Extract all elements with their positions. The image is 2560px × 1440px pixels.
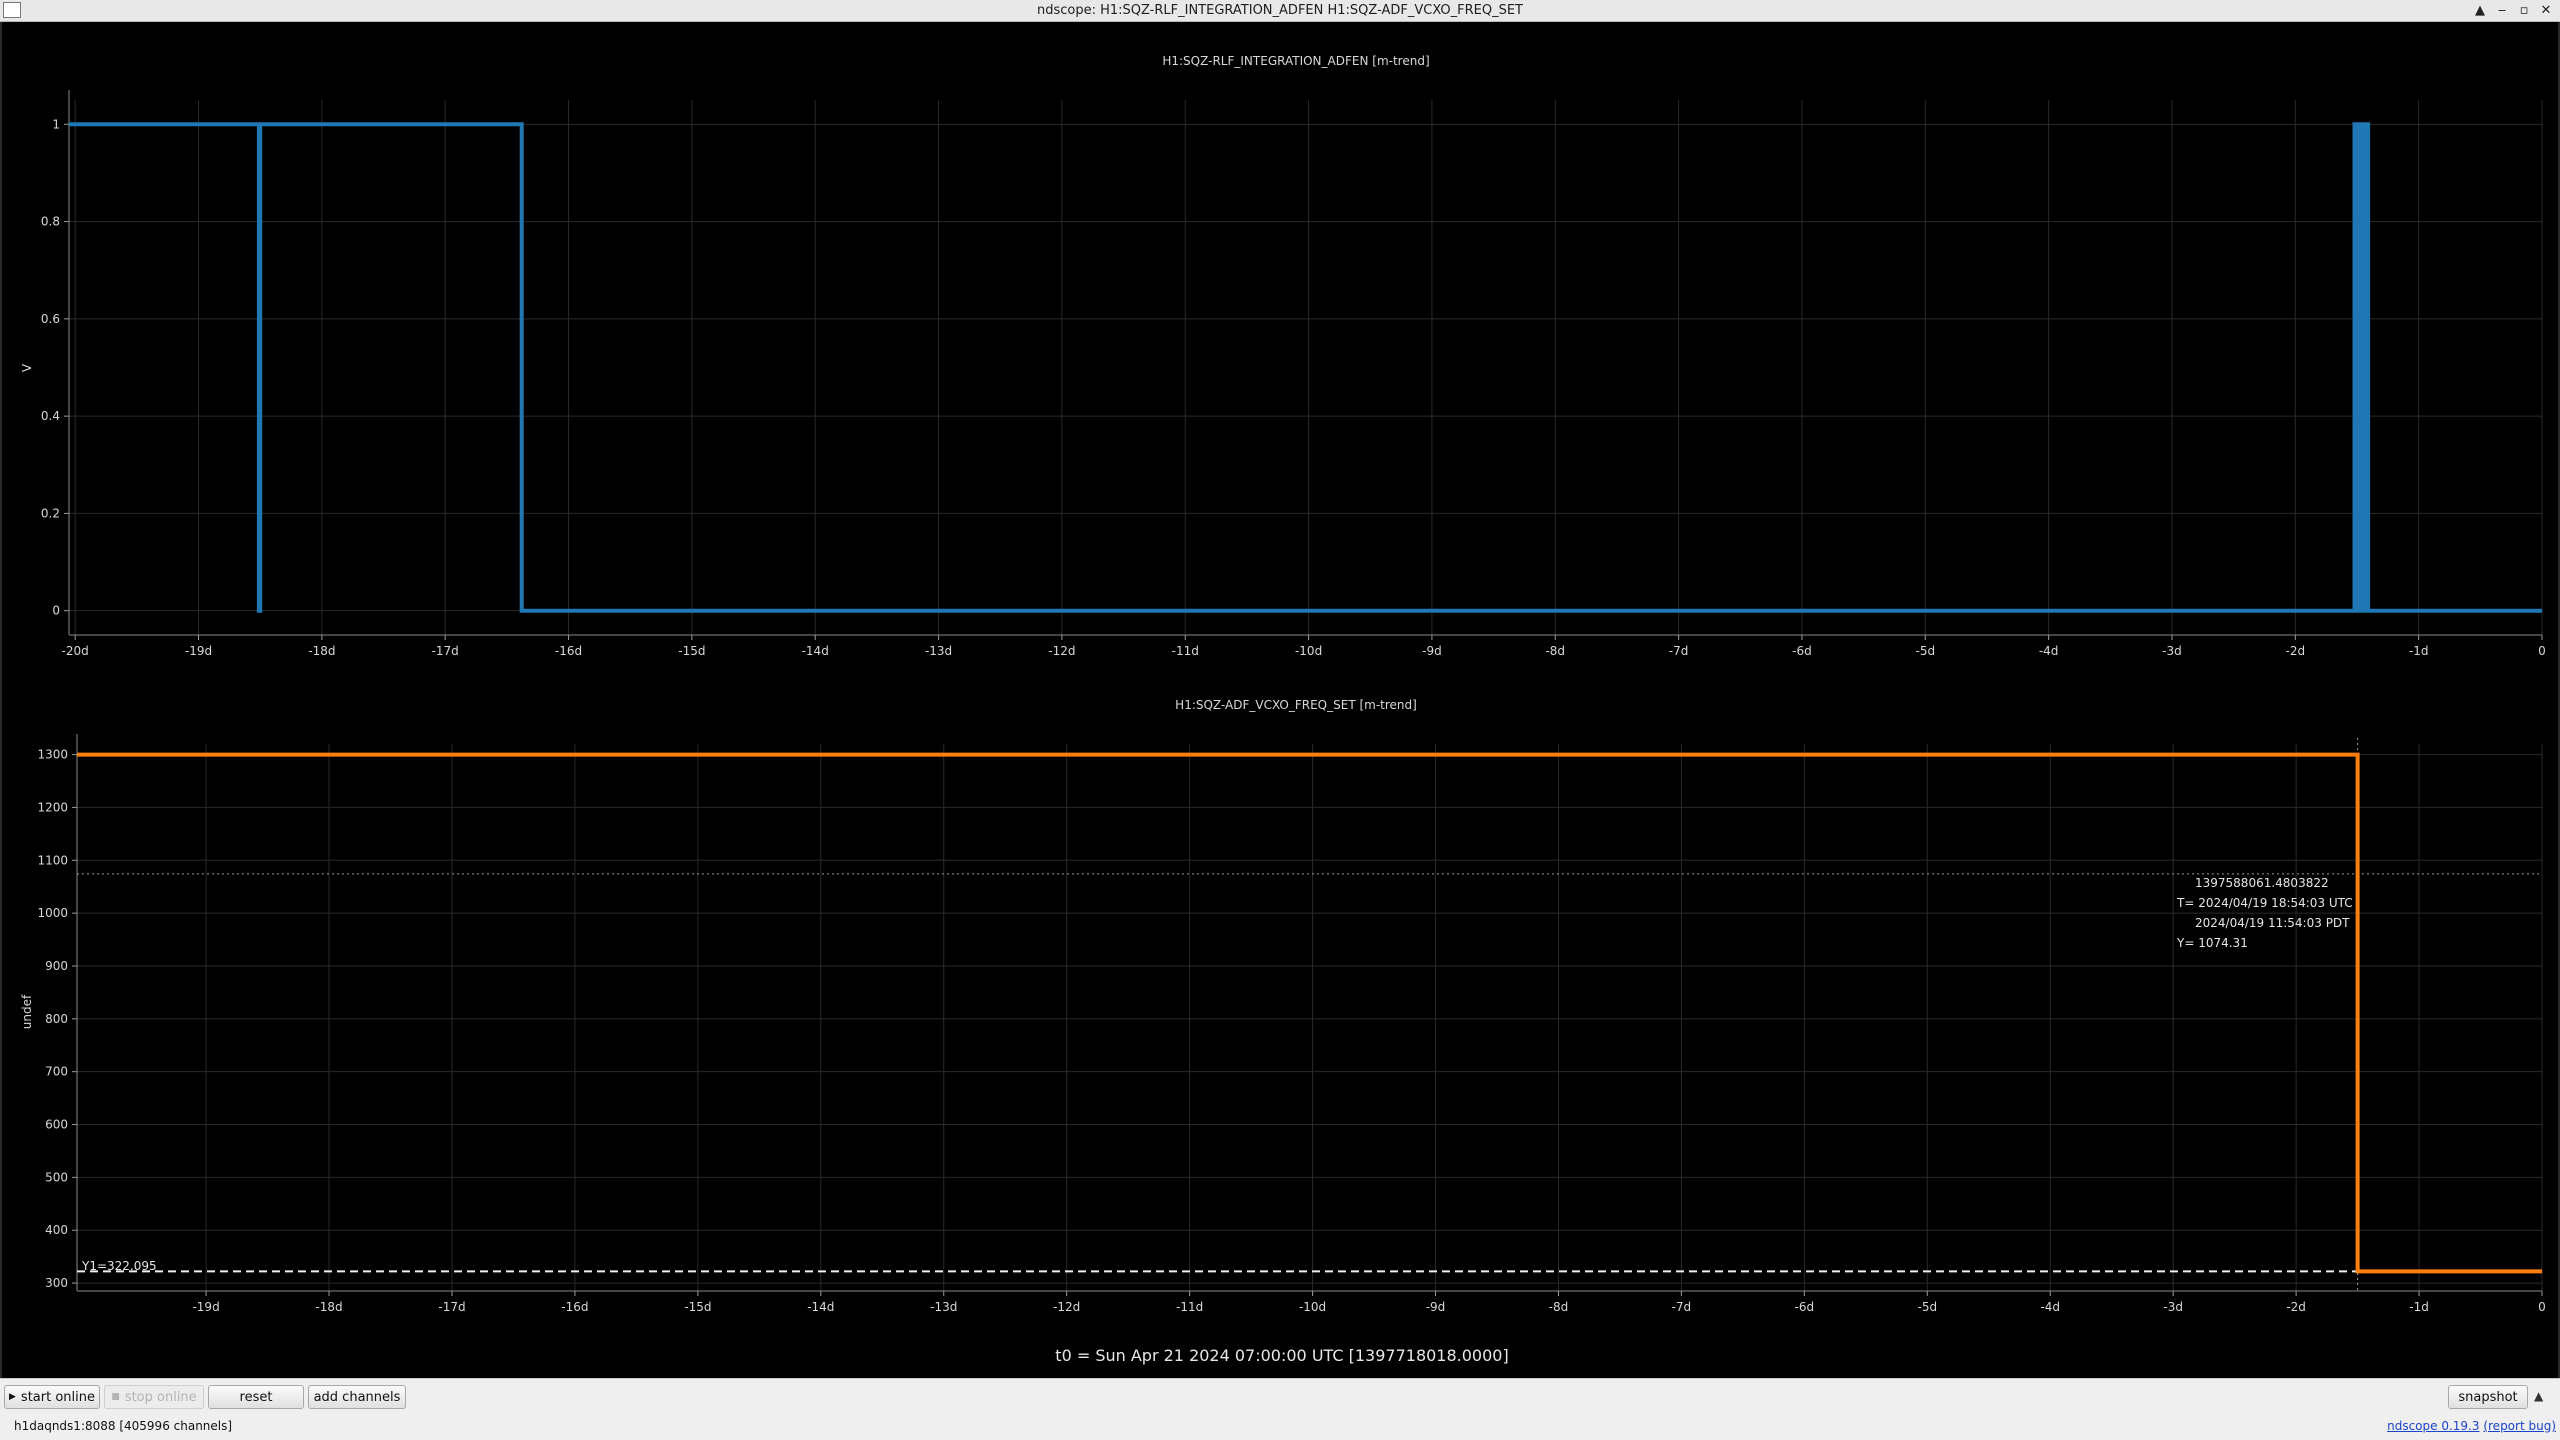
- x-tick-label: -7d: [1672, 1300, 1692, 1314]
- y-tick-label: 400: [45, 1223, 68, 1237]
- cursor-pdt-time: 2024/04/19 11:54:03 PDT: [2195, 916, 2350, 930]
- x-tick-label: -16d: [561, 1300, 588, 1314]
- play-icon: ▶: [9, 1392, 16, 1402]
- series-line[interactable]: [69, 122, 2542, 613]
- add-channels-button[interactable]: add channels: [308, 1385, 406, 1409]
- y-tick-label: 0: [52, 604, 60, 618]
- window-title: ndscope: H1:SQZ-RLF_INTEGRATION_ADFEN H1…: [1036, 3, 1524, 18]
- version-info: ndscope 0.19.3 (report bug): [2387, 1419, 2556, 1433]
- status-bar: h1daqnds1:8088 [405996 channels] ndscope…: [0, 1412, 2560, 1440]
- x-tick-label: -10d: [1299, 1300, 1326, 1314]
- x-tick-label: -3d: [2163, 1300, 2183, 1314]
- plot-area[interactable]: H1:SQZ-RLF_INTEGRATION_ADFEN [m-trend] -…: [0, 22, 2560, 1378]
- expand-panel-icon[interactable]: ▲: [2534, 1389, 2543, 1403]
- plot-adfen[interactable]: H1:SQZ-RLF_INTEGRATION_ADFEN [m-trend] -…: [20, 54, 2546, 658]
- x-tick-label: -19d: [185, 644, 212, 658]
- x-tick-label: -16d: [555, 644, 582, 658]
- y-tick-label: 1300: [37, 748, 68, 762]
- y1-reference-label: Y1=322.095: [81, 1259, 157, 1273]
- maximize-button[interactable]: ▫: [2514, 1, 2534, 21]
- series-line[interactable]: [77, 752, 2542, 1274]
- x-tick-label: -8d: [1549, 1300, 1569, 1314]
- x-tick-label: -18d: [315, 1300, 342, 1314]
- y-tick-label: 1200: [37, 800, 68, 814]
- y-tick-label: 1100: [37, 853, 68, 867]
- y-tick-label: 1000: [37, 906, 68, 920]
- reset-button[interactable]: reset: [208, 1385, 304, 1409]
- x-tick-label: -12d: [1048, 644, 1075, 658]
- stop-online-label: stop online: [124, 1389, 197, 1405]
- x-tick-label: -3d: [2162, 644, 2182, 658]
- y-tick-label: 0.6: [41, 312, 60, 326]
- x-tick-label: -19d: [192, 1300, 219, 1314]
- report-bug-link[interactable]: (report bug): [2483, 1419, 2556, 1433]
- y-tick-label: 500: [45, 1170, 68, 1184]
- x-tick-label: -5d: [1915, 644, 1935, 658]
- plot-title-vcxo-freq: H1:SQZ-ADF_VCXO_FREQ_SET [m-trend]: [1175, 698, 1417, 712]
- y-axis-label-adfen: V: [20, 363, 34, 372]
- y-tick-label: 300: [45, 1276, 68, 1290]
- x-tick-label: -1d: [2409, 644, 2429, 658]
- x-tick-label: -14d: [807, 1300, 834, 1314]
- plot-vcxo-freq[interactable]: H1:SQZ-ADF_VCXO_FREQ_SET [m-trend] -19d -…: [20, 698, 2546, 1314]
- start-online-button[interactable]: ▶ start online: [4, 1385, 100, 1409]
- x-tick-label: -13d: [925, 644, 952, 658]
- x-tick-label: -6d: [1792, 644, 1812, 658]
- x-tick-label: -15d: [678, 644, 705, 658]
- x-tick-label: -5d: [1917, 1300, 1937, 1314]
- x-tick-label: -9d: [1426, 1300, 1446, 1314]
- plot-canvas[interactable]: H1:SQZ-RLF_INTEGRATION_ADFEN [m-trend] -…: [2, 22, 2558, 1378]
- x-tick-label: -18d: [308, 644, 335, 658]
- cursor-y-value: Y= 1074.31: [2176, 936, 2248, 950]
- x-tick-label: -4d: [2040, 1300, 2060, 1314]
- cursor-utc-time: T= 2024/04/19 18:54:03 UTC: [2176, 896, 2353, 910]
- x-tick-label: -11d: [1172, 644, 1199, 658]
- cursor-gps-time: 1397588061.4803822: [2195, 876, 2329, 890]
- x-tick-label: -11d: [1176, 1300, 1203, 1314]
- y-tick-label: 900: [45, 959, 68, 973]
- x-tick-label: -12d: [1053, 1300, 1080, 1314]
- x-tick-label: -15d: [684, 1300, 711, 1314]
- x-tick-label: -13d: [930, 1300, 957, 1314]
- y-tick-label: 800: [45, 1012, 68, 1026]
- stop-icon: ■: [111, 1392, 120, 1402]
- server-info: h1daqnds1:8088 [405996 channels]: [14, 1419, 233, 1433]
- y-tick-label: 0.2: [41, 506, 60, 520]
- y-tick-label: 0.4: [41, 409, 60, 423]
- x-tick-label: -8d: [1545, 644, 1565, 658]
- control-toolbar: ▶ start online ■ stop online reset add c…: [0, 1378, 2560, 1412]
- y-axis-label-vcxo-freq: undef: [20, 994, 34, 1029]
- x-tick-label: -20d: [62, 644, 89, 658]
- x-tick-label: -2d: [2286, 644, 2306, 658]
- x-tick-label: -9d: [1422, 644, 1442, 658]
- x-tick-label: -1d: [2409, 1300, 2429, 1314]
- minimize-button[interactable]: ‒: [2492, 1, 2512, 21]
- ndscope-version-link[interactable]: ndscope 0.19.3: [2387, 1419, 2479, 1433]
- x-tick-label: -17d: [438, 1300, 465, 1314]
- y-tick-label: 700: [45, 1065, 68, 1079]
- x-tick-label: -17d: [432, 644, 459, 658]
- x-tick-label: -7d: [1669, 644, 1689, 658]
- x-tick-label: -6d: [1795, 1300, 1815, 1314]
- stop-online-button[interactable]: ■ stop online: [104, 1385, 204, 1409]
- x-tick-label: -10d: [1295, 644, 1322, 658]
- window-titlebar: ndscope: H1:SQZ-RLF_INTEGRATION_ADFEN H1…: [0, 0, 2560, 22]
- x-tick-label: 0: [2538, 1300, 2546, 1314]
- x-tick-label: -4d: [2039, 644, 2059, 658]
- x-tick-label: 0: [2538, 644, 2546, 658]
- x-tick-label: -2d: [2286, 1300, 2306, 1314]
- y-tick-label: 1: [52, 117, 60, 131]
- x-tick-label: -14d: [802, 644, 829, 658]
- close-button[interactable]: ✕: [2536, 1, 2556, 21]
- y-tick-label: 0.8: [41, 215, 60, 229]
- plot-title-adfen: H1:SQZ-RLF_INTEGRATION_ADFEN [m-trend]: [1162, 54, 1429, 68]
- y-tick-label: 600: [45, 1118, 68, 1132]
- t0-label[interactable]: t0 = Sun Apr 21 2024 07:00:00 UTC [13977…: [1055, 1346, 1508, 1365]
- snapshot-button[interactable]: snapshot: [2448, 1385, 2528, 1409]
- start-online-label: start online: [20, 1389, 95, 1405]
- keep-above-button[interactable]: ▲: [2470, 1, 2490, 21]
